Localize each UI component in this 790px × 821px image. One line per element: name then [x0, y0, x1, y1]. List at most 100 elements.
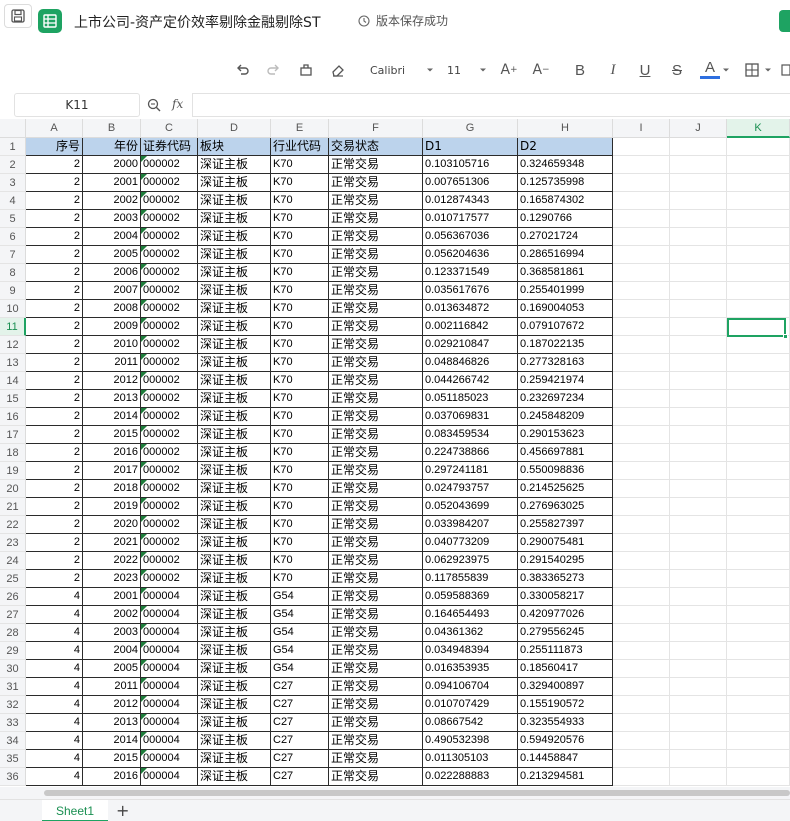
data-cell[interactable]: K70: [271, 426, 329, 444]
data-cell[interactable]: 2: [26, 426, 83, 444]
empty-cell[interactable]: [613, 408, 670, 426]
data-cell[interactable]: 0.013634872: [423, 300, 518, 318]
empty-cell[interactable]: [670, 444, 727, 462]
data-cell[interactable]: K70: [271, 408, 329, 426]
empty-cell[interactable]: [613, 192, 670, 210]
data-cell[interactable]: 0.18560417: [518, 660, 613, 678]
data-cell[interactable]: 2005: [83, 660, 141, 678]
empty-cell[interactable]: [613, 390, 670, 408]
data-cell[interactable]: 2: [26, 480, 83, 498]
data-cell[interactable]: 000002: [141, 318, 198, 336]
empty-cell[interactable]: [613, 444, 670, 462]
data-cell[interactable]: 正常交易: [329, 660, 423, 678]
empty-cell[interactable]: [670, 588, 727, 606]
empty-cell[interactable]: [727, 480, 790, 498]
empty-cell[interactable]: [727, 282, 790, 300]
data-cell[interactable]: 深证主板: [198, 228, 271, 246]
data-cell[interactable]: 正常交易: [329, 408, 423, 426]
data-cell[interactable]: 000002: [141, 246, 198, 264]
data-cell[interactable]: 0.290075481: [518, 534, 613, 552]
data-cell[interactable]: K70: [271, 264, 329, 282]
data-cell[interactable]: 2015: [83, 426, 141, 444]
data-cell[interactable]: 0.062923975: [423, 552, 518, 570]
empty-cell[interactable]: [613, 210, 670, 228]
empty-cell[interactable]: [727, 678, 790, 696]
empty-cell[interactable]: [727, 660, 790, 678]
data-cell[interactable]: 000004: [141, 714, 198, 732]
data-cell[interactable]: 2: [26, 156, 83, 174]
data-cell[interactable]: 2: [26, 192, 83, 210]
data-cell[interactable]: 2004: [83, 642, 141, 660]
empty-cell[interactable]: [670, 246, 727, 264]
row-header[interactable]: 5: [0, 210, 26, 228]
empty-cell[interactable]: [727, 498, 790, 516]
empty-cell[interactable]: [727, 354, 790, 372]
data-cell[interactable]: 2014: [83, 732, 141, 750]
empty-cell[interactable]: [670, 372, 727, 390]
row-header[interactable]: 21: [0, 498, 26, 516]
data-cell[interactable]: 0.255401999: [518, 282, 613, 300]
data-cell[interactable]: 正常交易: [329, 426, 423, 444]
data-cell[interactable]: K70: [271, 282, 329, 300]
empty-cell[interactable]: [613, 732, 670, 750]
data-cell[interactable]: 2021: [83, 534, 141, 552]
data-cell[interactable]: 0.117855839: [423, 570, 518, 588]
data-cell[interactable]: 2: [26, 174, 83, 192]
data-cell[interactable]: 0.029210847: [423, 336, 518, 354]
empty-cell[interactable]: [670, 498, 727, 516]
empty-cell[interactable]: [613, 480, 670, 498]
data-cell[interactable]: 0.040773209: [423, 534, 518, 552]
empty-cell[interactable]: [670, 318, 727, 336]
empty-cell[interactable]: [613, 282, 670, 300]
data-cell[interactable]: 0.276963025: [518, 498, 613, 516]
data-cell[interactable]: 0.279556245: [518, 624, 613, 642]
data-cell[interactable]: 深证主板: [198, 696, 271, 714]
data-cell[interactable]: 0.324659348: [518, 156, 613, 174]
data-cell[interactable]: 0.011305103: [423, 750, 518, 768]
data-cell[interactable]: 0.1290766: [518, 210, 613, 228]
empty-cell[interactable]: [670, 336, 727, 354]
data-cell[interactable]: 深证主板: [198, 174, 271, 192]
data-cell[interactable]: 深证主板: [198, 732, 271, 750]
data-cell[interactable]: 正常交易: [329, 318, 423, 336]
data-cell[interactable]: 0.255827397: [518, 516, 613, 534]
format-painter-icon[interactable]: [296, 59, 316, 81]
document-title[interactable]: 上市公司-资产定价效率剔除金融剔除ST: [74, 12, 321, 32]
empty-cell[interactable]: [613, 714, 670, 732]
data-cell[interactable]: 000004: [141, 588, 198, 606]
data-cell[interactable]: 正常交易: [329, 570, 423, 588]
row-header[interactable]: 22: [0, 516, 26, 534]
data-cell[interactable]: K70: [271, 570, 329, 588]
empty-cell[interactable]: [670, 228, 727, 246]
data-cell[interactable]: 0.044266742: [423, 372, 518, 390]
empty-cell[interactable]: [727, 372, 790, 390]
data-cell[interactable]: 0.329400897: [518, 678, 613, 696]
data-cell[interactable]: 2013: [83, 714, 141, 732]
empty-cell[interactable]: [613, 570, 670, 588]
data-cell[interactable]: 0.224738866: [423, 444, 518, 462]
row-header[interactable]: 1: [0, 138, 26, 156]
data-cell[interactable]: 正常交易: [329, 732, 423, 750]
data-cell[interactable]: 0.083459534: [423, 426, 518, 444]
data-cell[interactable]: 0.103105716: [423, 156, 518, 174]
share-button[interactable]: [779, 10, 790, 32]
empty-cell[interactable]: [613, 498, 670, 516]
empty-cell[interactable]: [670, 732, 727, 750]
data-cell[interactable]: G54: [271, 588, 329, 606]
data-cell[interactable]: 0.232697234: [518, 390, 613, 408]
header-cell[interactable]: 板块: [198, 138, 271, 156]
empty-cell[interactable]: [613, 642, 670, 660]
empty-cell[interactable]: [613, 156, 670, 174]
empty-cell[interactable]: [670, 606, 727, 624]
data-cell[interactable]: 2: [26, 336, 83, 354]
data-cell[interactable]: 正常交易: [329, 246, 423, 264]
data-cell[interactable]: 000002: [141, 570, 198, 588]
data-cell[interactable]: 000002: [141, 174, 198, 192]
empty-cell[interactable]: [670, 696, 727, 714]
column-header-f[interactable]: F: [329, 119, 423, 138]
data-cell[interactable]: 2003: [83, 210, 141, 228]
empty-cell[interactable]: [670, 480, 727, 498]
data-cell[interactable]: 深证主板: [198, 624, 271, 642]
column-header-a[interactable]: A: [26, 119, 83, 138]
data-cell[interactable]: 2004: [83, 228, 141, 246]
